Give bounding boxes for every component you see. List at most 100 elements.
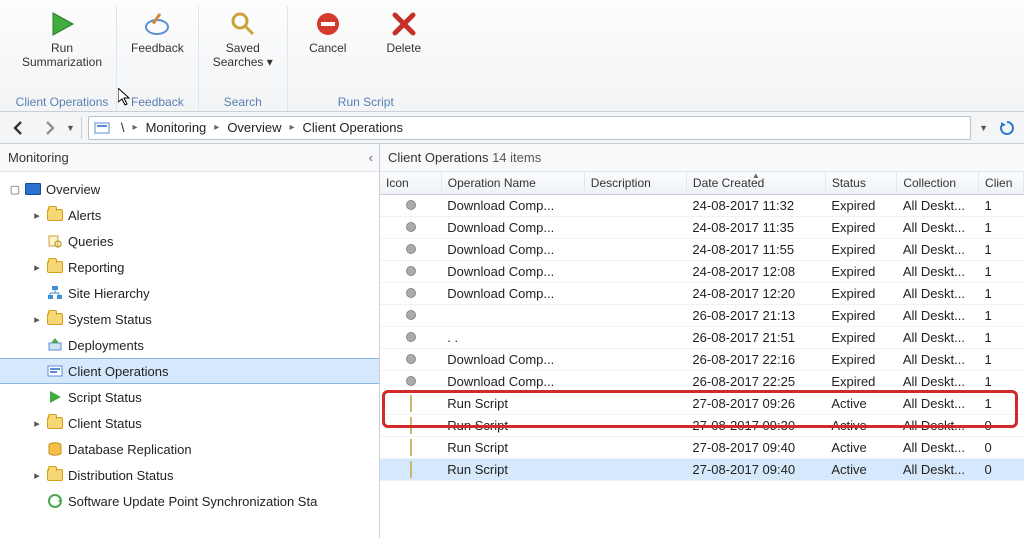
- col-collection[interactable]: Collection: [897, 172, 979, 195]
- tree-item[interactable]: Deployments: [0, 332, 379, 358]
- col-status[interactable]: Status: [825, 172, 897, 195]
- expander-icon[interactable]: ▸: [30, 469, 44, 482]
- forward-button[interactable]: [36, 116, 62, 140]
- tree-item[interactable]: Database Replication: [0, 436, 379, 462]
- table-row[interactable]: Run Script27-08-2017 09:30ActiveAll Desk…: [380, 415, 1024, 437]
- delete-label: Delete: [386, 42, 421, 56]
- expander-icon[interactable]: ▢: [8, 183, 22, 196]
- tree-item[interactable]: ▸Distribution Status: [0, 462, 379, 488]
- tree-item-icon: [46, 440, 64, 458]
- cell-description: [584, 283, 686, 305]
- table-row[interactable]: Download Comp...24-08-2017 11:35ExpiredA…: [380, 217, 1024, 239]
- ribbon-toolbar: Run Summarization Client Operations Feed…: [0, 0, 1024, 112]
- col-clients[interactable]: Clien: [979, 172, 1024, 195]
- breadcrumb[interactable]: \ ▸ Monitoring ▸ Overview ▸ Client Opera…: [88, 116, 971, 140]
- run-summarization-label: Run Summarization: [22, 42, 102, 70]
- cell-collection: All Deskt...: [897, 327, 979, 349]
- breadcrumb-monitoring[interactable]: Monitoring: [140, 120, 213, 135]
- col-description[interactable]: Description: [584, 172, 686, 195]
- cursor-icon: [118, 88, 132, 109]
- cell-collection: All Deskt...: [897, 283, 979, 305]
- tree-item[interactable]: Queries: [0, 228, 379, 254]
- cell-operation-name: Download Comp...: [441, 195, 584, 217]
- cell-status: Active: [825, 437, 897, 459]
- feedback-button[interactable]: Feedback: [127, 6, 188, 58]
- ribbon-group-run-script: Cancel Delete Run Script: [287, 6, 444, 111]
- expander-icon[interactable]: ▸: [30, 261, 44, 274]
- breadcrumb-dropdown-icon[interactable]: ▼: [979, 123, 988, 133]
- refresh-button[interactable]: [996, 117, 1018, 139]
- tree-item-icon: [46, 336, 64, 354]
- collapse-pane-icon[interactable]: ‹: [369, 150, 373, 165]
- status-dot-icon: [406, 310, 416, 320]
- tree-item-icon: [24, 180, 42, 198]
- cell-description: [584, 305, 686, 327]
- col-operation-name[interactable]: Operation Name: [441, 172, 584, 195]
- table-row[interactable]: Download Comp...24-08-2017 12:08ExpiredA…: [380, 261, 1024, 283]
- tree-item[interactable]: ▢Overview: [0, 176, 379, 202]
- tree-item[interactable]: Software Update Point Synchronization St…: [0, 488, 379, 514]
- table-row[interactable]: Download Comp...26-08-2017 22:25ExpiredA…: [380, 371, 1024, 393]
- table-row[interactable]: Download Comp...24-08-2017 11:32ExpiredA…: [380, 195, 1024, 217]
- cell-operation-name: Download Comp...: [441, 239, 584, 261]
- breadcrumb-client-operations[interactable]: Client Operations: [297, 120, 409, 135]
- col-icon[interactable]: Icon: [380, 172, 441, 195]
- table-row[interactable]: Run Script27-08-2017 09:26ActiveAll Desk…: [380, 393, 1024, 415]
- expander-icon[interactable]: ▸: [30, 417, 44, 430]
- tree-item[interactable]: ▸ Reporting: [0, 254, 379, 280]
- tree-item[interactable]: ▸System Status: [0, 306, 379, 332]
- table-row[interactable]: Download Comp...26-08-2017 22:16ExpiredA…: [380, 349, 1024, 371]
- cell-status: Expired: [825, 349, 897, 371]
- tree-item[interactable]: ▸Client Status: [0, 410, 379, 436]
- expander-icon[interactable]: ▸: [30, 313, 44, 326]
- tree-item-icon: [46, 206, 64, 224]
- cell-operation-name: Download Comp...: [441, 217, 584, 239]
- cell-operation-name: Download Comp...: [441, 349, 584, 371]
- cell-date-created: 27-08-2017 09:26: [686, 393, 825, 415]
- history-dropdown-icon[interactable]: ▼: [66, 123, 75, 133]
- cell-description: [584, 349, 686, 371]
- tree-item[interactable]: Script Status: [0, 384, 379, 410]
- separator: [81, 117, 82, 139]
- cell-date-created: 27-08-2017 09:40: [686, 437, 825, 459]
- cell-description: [584, 261, 686, 283]
- run-summarization-button[interactable]: Run Summarization: [18, 6, 106, 72]
- back-button[interactable]: [6, 116, 32, 140]
- breadcrumb-root[interactable]: \: [115, 120, 131, 135]
- col-date-created[interactable]: Date Created: [686, 172, 825, 195]
- tree-item[interactable]: ▸Alerts: [0, 202, 379, 228]
- cell-operation-name: Download Comp...: [441, 261, 584, 283]
- script-icon: [410, 395, 412, 412]
- saved-searches-label: Saved Searches ▾: [213, 42, 273, 70]
- cancel-button[interactable]: Cancel: [298, 6, 358, 58]
- delete-button[interactable]: Delete: [374, 6, 434, 58]
- expander-icon[interactable]: ▸: [30, 209, 44, 222]
- cell-collection: All Deskt...: [897, 305, 979, 327]
- cell-clients: 1: [979, 283, 1024, 305]
- tree-item[interactable]: Site Hierarchy: [0, 280, 379, 306]
- tree-item-icon: [46, 232, 64, 250]
- tree-item-icon: [46, 466, 64, 484]
- cell-clients: 1: [979, 195, 1024, 217]
- cell-operation-name: Run Script: [441, 437, 584, 459]
- status-dot-icon: [406, 288, 416, 298]
- table-row[interactable]: Download Comp...24-08-2017 12:20ExpiredA…: [380, 283, 1024, 305]
- results-count: 14 items: [492, 150, 541, 165]
- cell-date-created: 24-08-2017 12:08: [686, 261, 825, 283]
- cell-status: Expired: [825, 261, 897, 283]
- status-dot-icon: [406, 244, 416, 254]
- results-title: Client Operations: [388, 150, 488, 165]
- table-row[interactable]: 26-08-2017 21:13ExpiredAll Deskt...1: [380, 305, 1024, 327]
- saved-searches-button[interactable]: Saved Searches ▾: [209, 6, 277, 72]
- tree-item-label: Reporting: [68, 260, 124, 275]
- cell-date-created: 24-08-2017 12:20: [686, 283, 825, 305]
- table-row[interactable]: Run Script27-08-2017 09:40ActiveAll Desk…: [380, 437, 1024, 459]
- breadcrumb-overview[interactable]: Overview: [221, 120, 287, 135]
- tree-item[interactable]: Client Operations: [0, 358, 379, 384]
- results-grid[interactable]: Icon Operation Name Description Date Cre…: [380, 172, 1024, 538]
- cell-clients: 0: [979, 437, 1024, 459]
- table-row[interactable]: . .26-08-2017 21:51ExpiredAll Deskt...1: [380, 327, 1024, 349]
- cell-clients: 1: [979, 349, 1024, 371]
- table-row[interactable]: Download Comp...24-08-2017 11:55ExpiredA…: [380, 239, 1024, 261]
- table-row[interactable]: Run Script27-08-2017 09:40ActiveAll Desk…: [380, 459, 1024, 481]
